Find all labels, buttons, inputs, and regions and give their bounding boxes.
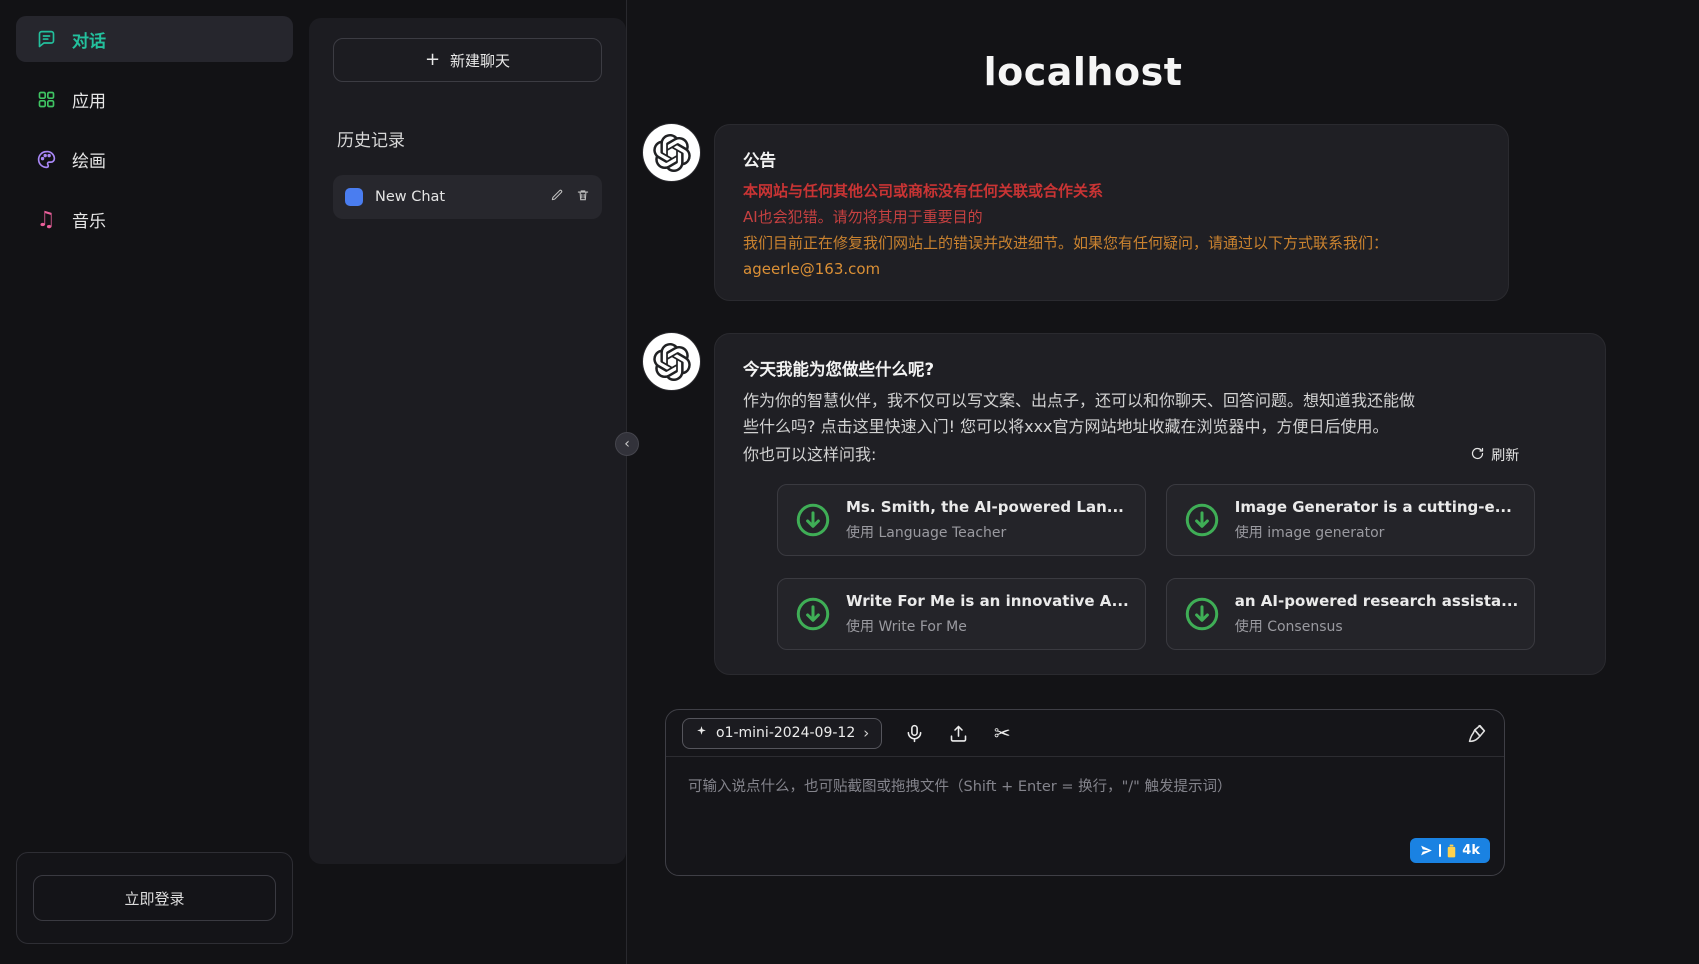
sidebar-item-paint[interactable]: 绘画 [16, 136, 293, 182]
model-name: o1-mini-2024-09-12 [716, 725, 855, 741]
sidebar-item-music[interactable]: ♫ 音乐 [16, 196, 293, 242]
suggestion-card[interactable]: Write For Me is an innovative A... 使用 Wr… [777, 578, 1146, 650]
sidebar-item-apps[interactable]: 应用 [16, 76, 293, 122]
microphone-button[interactable] [902, 721, 926, 745]
chevron-left-icon: ‹ [624, 436, 630, 452]
new-chat-button[interactable]: + 新建聊天 [333, 38, 602, 82]
suggestion-title: Image Generator is a cutting-e... [1235, 498, 1512, 516]
sidebar-item-label: 绘画 [72, 147, 106, 172]
openai-logo-avatar [643, 333, 700, 390]
login-button[interactable]: 立即登录 [33, 875, 276, 921]
suggestion-title: an AI-powered research assista... [1235, 592, 1518, 610]
announcement-bubble: 公告 本网站与任何其他公司或商标没有任何关联或合作关系 AI也会犯错。请勿将其用… [714, 124, 1509, 301]
suggestion-text: Ms. Smith, the AI-powered Lan... 使用 Lang… [846, 498, 1124, 542]
scissors-icon: ✂ [994, 723, 1011, 743]
suggestion-text: Image Generator is a cutting-e... 使用 ima… [1235, 498, 1512, 542]
suggestion-text: Write For Me is an innovative A... 使用 Wr… [846, 592, 1129, 636]
composer-input-area: 4k [666, 757, 1504, 875]
announcement-line-1: 本网站与任何其他公司或商标没有任何关联或合作关系 [743, 181, 1480, 202]
refresh-icon [1470, 446, 1485, 465]
chat-mask-avatar [345, 188, 363, 206]
refresh-label: 刷新 [1491, 445, 1519, 465]
sidebar-spacer [16, 256, 293, 852]
contact-email-link[interactable]: ageerle@163.com [743, 260, 880, 278]
suggestion-title: Ms. Smith, the AI-powered Lan... [846, 498, 1124, 516]
new-chat-label: 新建聊天 [450, 50, 510, 71]
composer-toolbar: o1-mini-2024-09-12 › ✂ [666, 710, 1504, 757]
sidebar-collapse-handle[interactable]: ‹ [615, 432, 639, 456]
token-battery-icon [1447, 844, 1456, 858]
suggestion-text: an AI-powered research assista... 使用 Con… [1235, 592, 1518, 636]
ask-hint-text: 你也可以这样问我: [743, 442, 876, 468]
login-box: 立即登录 [16, 852, 293, 944]
app-window: 对话 应用 绘画 ♫ 音乐 立即登录 + 新建聊天 [0, 0, 1699, 964]
announcement-line-3: 我们目前正在修复我们网站上的错误并改进细节。如果您有任何疑问，请通过以下方式联系… [743, 233, 1480, 254]
sidebar-item-chat[interactable]: 对话 [16, 16, 293, 62]
upload-file-button[interactable] [946, 721, 970, 745]
download-circle-icon [794, 595, 832, 633]
token-count-label: 4k [1462, 843, 1480, 858]
suggestion-subtitle: 使用 Write For Me [846, 616, 1129, 636]
apps-grid-icon [34, 87, 58, 111]
badge-divider [1439, 844, 1441, 857]
welcome-title: 今天我能为您做些什么呢? [743, 356, 1577, 380]
history-panel: + 新建聊天 历史记录 New Chat [307, 0, 627, 964]
history-section-title: 历史记录 [333, 126, 602, 151]
chevron-right-icon: › [863, 724, 869, 742]
model-selector[interactable]: o1-mini-2024-09-12 › [682, 718, 882, 749]
chat-input[interactable] [666, 757, 1504, 875]
music-note-icon: ♫ [34, 207, 58, 231]
send-button[interactable]: 4k [1410, 838, 1490, 863]
download-circle-icon [1183, 595, 1221, 633]
scissors-capture-button[interactable]: ✂ [990, 721, 1014, 745]
palette-icon [34, 147, 58, 171]
refresh-suggestions-button[interactable]: 刷新 [1470, 445, 1519, 465]
suggestion-card[interactable]: Image Generator is a cutting-e... 使用 ima… [1166, 484, 1535, 556]
page-title: localhost [643, 50, 1523, 94]
suggestion-card[interactable]: Ms. Smith, the AI-powered Lan... 使用 Lang… [777, 484, 1146, 556]
history-card: + 新建聊天 历史记录 New Chat [309, 18, 626, 864]
history-item-title: New Chat [375, 189, 445, 205]
chat-main: localhost 公告 本网站与任何其他公司或商标没有任何关联或合作关系 AI… [627, 0, 1699, 964]
suggestion-title: Write For Me is an innovative A... [846, 592, 1129, 610]
message-announcement: 公告 本网站与任何其他公司或商标没有任何关联或合作关系 AI也会犯错。请勿将其用… [643, 124, 1509, 301]
openai-logo-avatar [643, 124, 700, 181]
announcement-title: 公告 [743, 147, 1480, 171]
history-list-item[interactable]: New Chat [333, 175, 602, 219]
suggestion-card[interactable]: an AI-powered research assista... 使用 Con… [1166, 578, 1535, 650]
sparkle-icon [695, 725, 708, 742]
suggestion-subtitle: 使用 image generator [1235, 522, 1512, 542]
suggestion-grid: Ms. Smith, the AI-powered Lan... 使用 Lang… [743, 484, 1577, 652]
download-circle-icon [794, 501, 832, 539]
suggestion-subtitle: 使用 Consensus [1235, 616, 1518, 636]
download-circle-icon [1183, 501, 1221, 539]
hint-row: 你也可以这样问我: 刷新 [743, 442, 1577, 468]
edit-pencil-icon[interactable] [550, 188, 564, 206]
sidebar-item-label: 应用 [72, 87, 106, 112]
chat-bubble-icon [34, 27, 58, 51]
history-item-actions [550, 188, 590, 206]
sidebar-item-label: 对话 [72, 27, 106, 52]
announcement-line-2: AI也会犯错。请勿将其用于重要目的 [743, 207, 1480, 228]
plus-icon: + [425, 51, 440, 69]
send-plane-icon [1420, 844, 1433, 857]
clear-context-broom-button[interactable] [1464, 721, 1488, 745]
composer: o1-mini-2024-09-12 › ✂ [665, 709, 1505, 876]
message-welcome: 今天我能为您做些什么呢? 作为你的智慧伙伴，我不仅可以写文案、出点子，还可以和你… [643, 333, 1509, 675]
suggestion-subtitle: 使用 Language Teacher [846, 522, 1124, 542]
sidebar-item-label: 音乐 [72, 207, 106, 232]
delete-trash-icon[interactable] [576, 188, 590, 206]
welcome-bubble: 今天我能为您做些什么呢? 作为你的智慧伙伴，我不仅可以写文案、出点子，还可以和你… [714, 333, 1606, 675]
sidebar: 对话 应用 绘画 ♫ 音乐 立即登录 [0, 0, 307, 964]
welcome-body: 作为你的智慧伙伴，我不仅可以写文案、出点子，还可以和你聊天、回答问题。想知道我还… [743, 388, 1423, 440]
